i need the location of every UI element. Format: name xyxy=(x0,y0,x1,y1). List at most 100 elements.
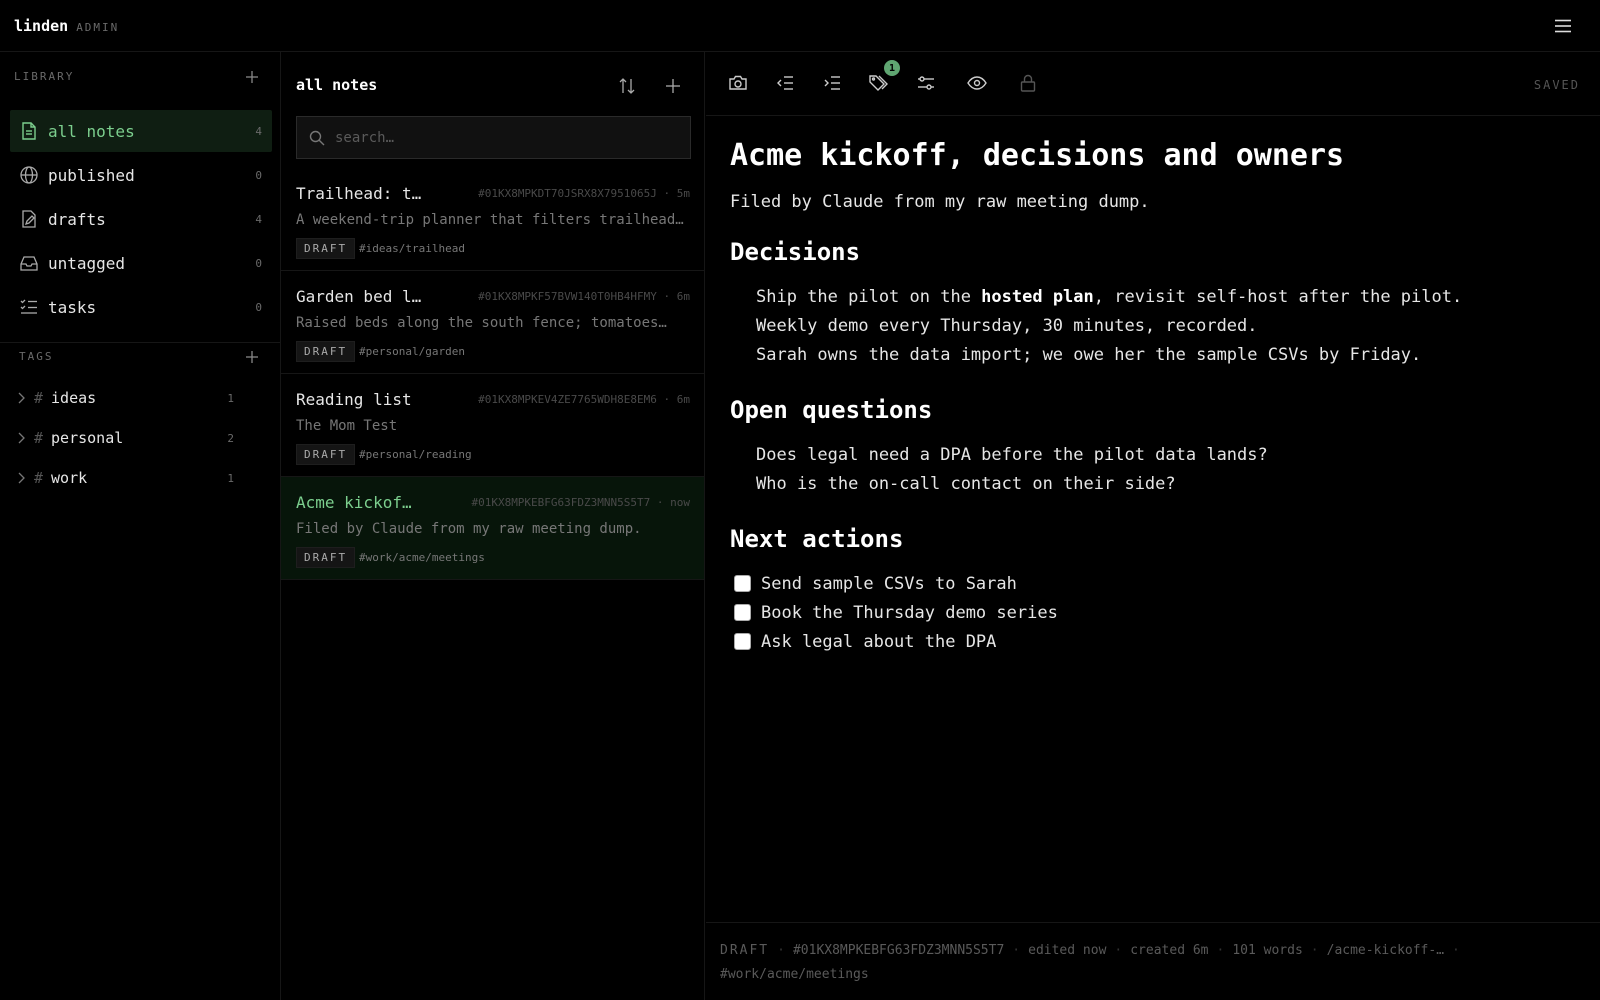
settings-button[interactable] xyxy=(914,71,938,95)
document-lead[interactable]: Filed by Claude from my raw meeting dump… xyxy=(730,192,1580,212)
note-meta: #01KX8MPKF57BVW140T0HB4HFMY · 6m xyxy=(478,290,690,303)
note-tag-path[interactable]: #work/acme/meetings xyxy=(720,967,869,982)
tag-count-badge: 1 xyxy=(884,60,900,76)
chevron-right-icon[interactable] xyxy=(14,392,28,404)
list-item[interactable]: Who is the on-call contact on their side… xyxy=(756,470,1580,499)
note-meta: #01KX8MPKDT70JSRX8X7951065J · 5m xyxy=(478,187,690,200)
created-time: created 6m xyxy=(1130,943,1209,958)
status-text: DRAFT xyxy=(720,943,770,958)
open-questions-heading[interactable]: Open questions xyxy=(730,396,1580,425)
task-label[interactable]: Send sample CSVs to Sarah xyxy=(761,574,1017,594)
sidebar-divider xyxy=(0,342,281,343)
sort-button[interactable] xyxy=(615,74,639,98)
tag-item-ideas[interactable]: # ideas 1 xyxy=(10,380,242,416)
note-card-garden[interactable]: Garden bed l… #01KX8MPKF57BVW140T0HB4HFM… xyxy=(281,271,704,374)
note-id: #01KX8MPKEBFG63FDZ3MNN5S5T7 xyxy=(792,943,1005,958)
list-item[interactable]: Does legal need a DPA before the pilot d… xyxy=(756,441,1580,470)
notes-panel-title: all notes xyxy=(296,76,378,94)
list-item[interactable]: Ship the pilot on the hosted plan, revis… xyxy=(756,283,1580,312)
note-meta: #01KX8MPKEBFG63FDZ3MNN5S5T7 · now xyxy=(471,496,690,509)
outdent-button[interactable] xyxy=(773,71,797,95)
add-library-button[interactable] xyxy=(243,68,261,86)
sidebar-item-tasks[interactable]: tasks 0 xyxy=(10,286,272,328)
task-checkbox[interactable] xyxy=(734,633,751,651)
file-text-icon xyxy=(20,122,38,140)
draft-icon xyxy=(20,210,38,228)
add-tag-button[interactable] xyxy=(243,348,261,366)
menu-button[interactable] xyxy=(1552,15,1574,37)
tag-label: personal xyxy=(51,429,124,447)
tag-item-work[interactable]: # work 1 xyxy=(10,460,242,496)
tag-label: work xyxy=(51,469,88,487)
task-label[interactable]: Ask legal about the DPA xyxy=(761,632,996,652)
note-card-acme[interactable]: Acme kickof… #01KX8MPKEBFG63FDZ3MNN5S5T7… xyxy=(281,477,704,580)
sidebar-item-all-notes[interactable]: all notes 4 xyxy=(10,110,272,152)
tags-icon xyxy=(869,75,888,91)
search-input[interactable] xyxy=(335,129,675,146)
plus-icon xyxy=(666,79,680,93)
sidebar-item-label: untagged xyxy=(48,253,126,273)
next-actions-heading[interactable]: Next actions xyxy=(730,525,1580,554)
task-label[interactable]: Book the Thursday demo series xyxy=(761,603,1058,623)
library-header: LIBRARY xyxy=(14,70,261,83)
top-bar: linden ADMIN xyxy=(0,0,1600,52)
chevron-right-icon[interactable] xyxy=(14,432,28,444)
status-bar: DRAFT · #01KX8MPKEBFG63FDZ3MNN5S5T7 · edited… xyxy=(706,922,1600,1000)
decisions-list: Ship the pilot on the hosted plan, revis… xyxy=(730,283,1580,370)
tag-count: 1 xyxy=(227,391,234,405)
brand-logo[interactable]: linden xyxy=(14,17,68,35)
sidebar-item-count: 0 xyxy=(255,300,262,314)
note-tag[interactable]: #personal/reading xyxy=(359,448,472,461)
camera-button[interactable] xyxy=(726,71,750,95)
sidebar-item-count: 4 xyxy=(255,212,262,226)
plus-icon xyxy=(246,70,258,83)
sidebar-item-untagged[interactable]: untagged 0 xyxy=(10,242,272,284)
note-tag[interactable]: #ideas/trailhead xyxy=(359,242,465,255)
list-item[interactable]: Sarah owns the data import; we owe her t… xyxy=(756,341,1580,370)
list-item[interactable]: Weekly demo every Thursday, 30 minutes, … xyxy=(756,312,1580,341)
indent-icon xyxy=(824,76,840,90)
note-slug[interactable]: /acme-kickoff-… xyxy=(1327,943,1444,958)
note-tag[interactable]: #work/acme/meetings xyxy=(359,551,485,564)
note-card-reading[interactable]: Reading list #01KX8MPKEV4ZE7765WDH8E8EM6… xyxy=(281,374,704,477)
questions-list: Does legal need a DPA before the pilot d… xyxy=(730,441,1580,499)
task-list: Send sample CSVs to Sarah Book the Thurs… xyxy=(730,569,1580,656)
task-checkbox[interactable] xyxy=(734,604,751,622)
tag-count: 2 xyxy=(227,431,234,445)
note-snippet: The Mom Test xyxy=(296,418,398,434)
tag-count: 1 xyxy=(227,471,234,485)
new-note-button[interactable] xyxy=(661,74,685,98)
eye-icon xyxy=(967,76,987,90)
note-title: Reading list xyxy=(296,390,412,409)
edited-time: edited now xyxy=(1028,943,1107,958)
lock-icon xyxy=(1020,74,1036,92)
status-badge: DRAFT xyxy=(296,547,356,568)
hash-icon: # xyxy=(34,469,44,487)
sidebar-item-drafts[interactable]: drafts 4 xyxy=(10,198,272,240)
sidebar-item-count: 4 xyxy=(255,124,262,138)
preview-button[interactable] xyxy=(965,71,989,95)
note-meta: #01KX8MPKEV4ZE7765WDH8E8EM6 · 6m xyxy=(478,393,690,406)
lock-button[interactable] xyxy=(1016,71,1040,95)
tags-header: TAGS xyxy=(19,350,261,363)
note-card-trailhead[interactable]: Trailhead: t… #01KX8MPKDT70JSRX8X7951065… xyxy=(281,168,704,271)
decisions-heading[interactable]: Decisions xyxy=(730,238,1580,267)
tag-item-personal[interactable]: # personal 2 xyxy=(10,420,242,456)
sidebar-item-label: drafts xyxy=(48,209,106,229)
editor-panel: 1 SAVED Acme kickoff, decisions and owne… xyxy=(706,52,1600,1000)
indent-button[interactable] xyxy=(820,71,844,95)
hash-icon: # xyxy=(34,389,44,407)
note-tag[interactable]: #personal/garden xyxy=(359,345,465,358)
sidebar-item-label: all notes xyxy=(48,121,135,141)
chevron-right-icon[interactable] xyxy=(14,472,28,484)
sidebar-item-label: tasks xyxy=(48,297,97,317)
sort-icon xyxy=(619,78,635,94)
sidebar-item-published[interactable]: published 0 xyxy=(10,154,272,196)
search-box[interactable] xyxy=(296,116,691,159)
document-title[interactable]: Acme kickoff, decisions and owners xyxy=(730,138,1580,174)
tag-label: ideas xyxy=(51,389,97,407)
sliders-icon xyxy=(918,76,934,90)
task-checkbox[interactable] xyxy=(734,575,751,593)
document-body[interactable]: Acme kickoff, decisions and owners Filed… xyxy=(730,138,1580,656)
note-snippet: Filed by Claude from my raw meeting dump… xyxy=(296,521,642,537)
